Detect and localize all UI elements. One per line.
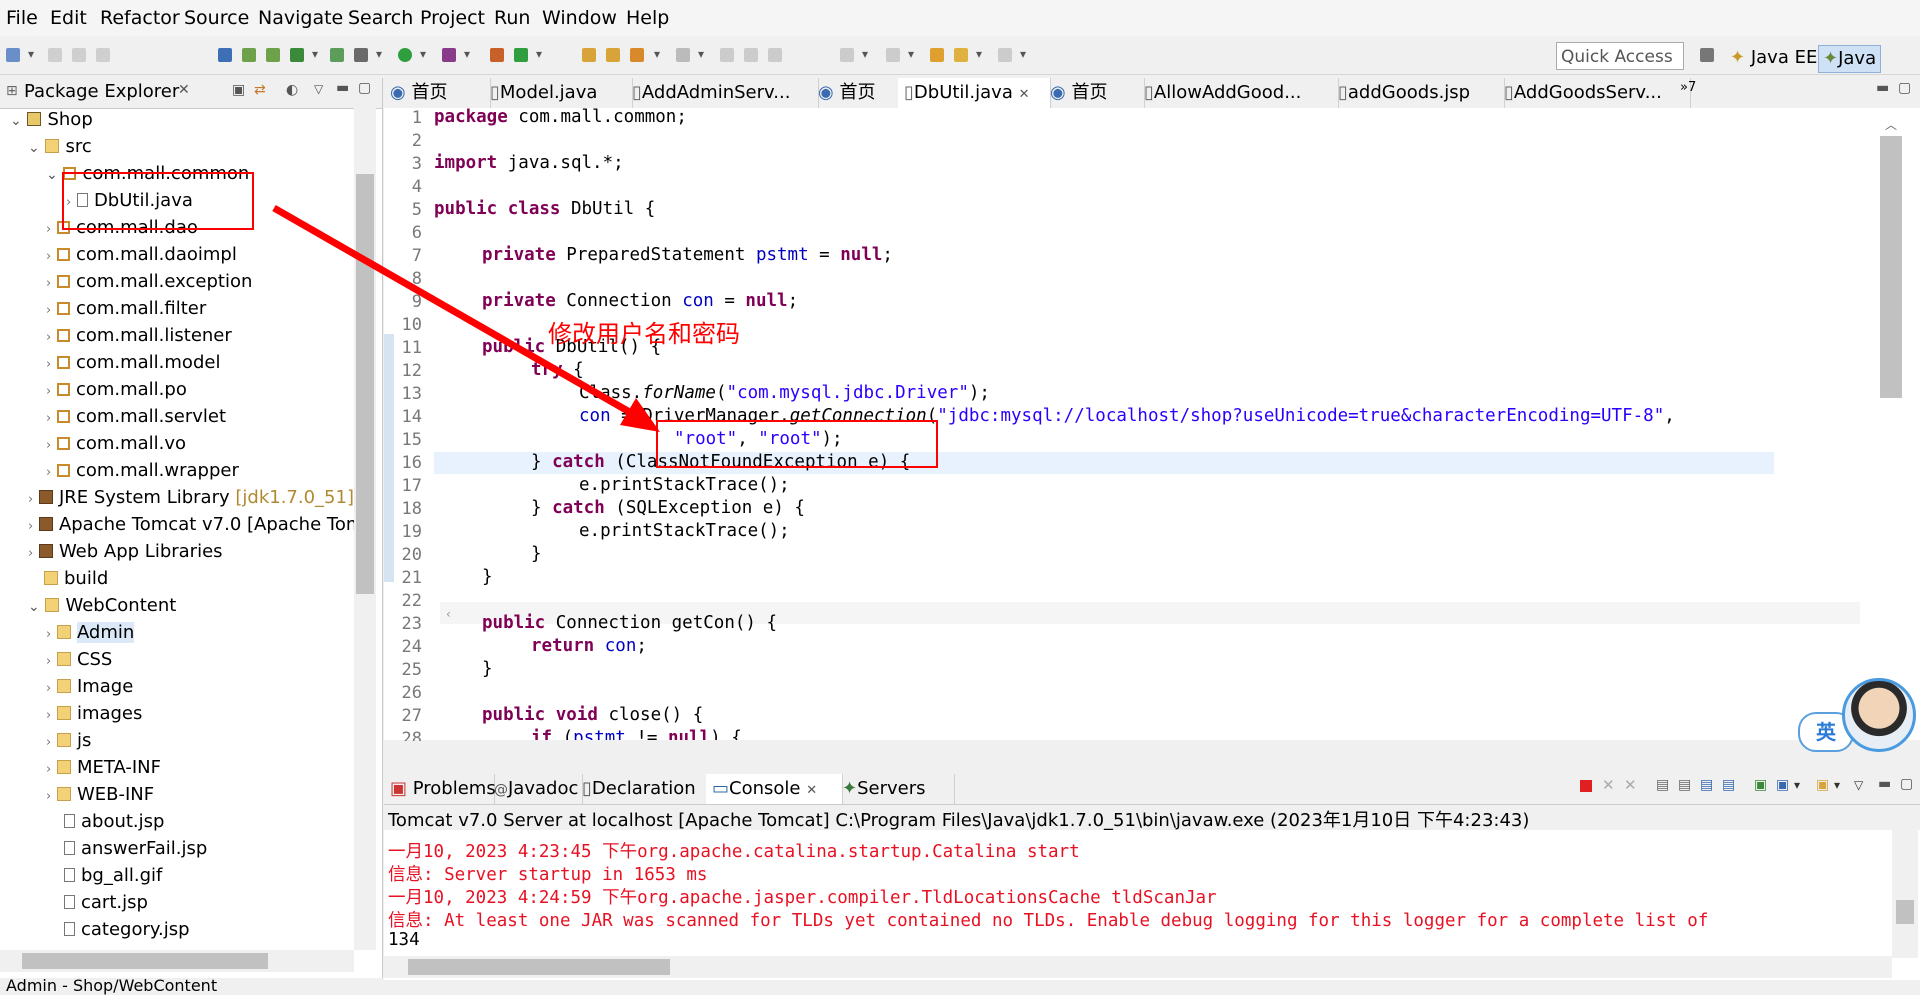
scroll-lock-icon[interactable]: ▤ <box>1678 777 1691 793</box>
chevron-down-icon[interactable]: ▾ <box>1834 778 1840 792</box>
avatar[interactable] <box>1842 678 1916 752</box>
tab-servers[interactable]: ✦Servers <box>836 774 955 804</box>
console-process-header: Tomcat v7.0 Server at localhost [Apache … <box>388 810 1530 831</box>
scrollbar-thumb[interactable] <box>408 959 670 975</box>
console-icon: ▭ <box>712 778 730 799</box>
view-menu-icon[interactable]: ▽ <box>1854 778 1863 792</box>
minimize-icon[interactable]: ▬ <box>1878 776 1891 792</box>
console-line: 134 <box>388 930 420 950</box>
remove-launch-icon[interactable]: ✕ <box>1602 776 1615 794</box>
maximize-icon[interactable]: ▢ <box>1900 776 1913 792</box>
tab-label: Problems <box>412 778 496 799</box>
tab-label: Declaration <box>591 778 696 799</box>
tab-javadoc[interactable]: @Javadoc <box>488 774 583 804</box>
console-line: 一月10, 2023 4:24:59 下午org.apache.jasper.c… <box>388 888 1217 908</box>
clear-console-icon[interactable]: ▤ <box>1656 777 1669 793</box>
chevron-down-icon[interactable]: ▾ <box>1794 778 1800 792</box>
close-icon[interactable]: ✕ <box>806 783 817 798</box>
tab-label: Servers <box>857 778 926 799</box>
problems-icon: ▣ <box>390 778 408 799</box>
scrollbar-thumb[interactable] <box>1896 900 1914 924</box>
declaration-icon: ▯ <box>582 778 592 799</box>
console-tab-bar: ▣ Problems @Javadoc ▯Declaration ▭Consol… <box>384 774 1920 805</box>
console-line: 信息: Server startup in 1653 ms <box>388 865 708 885</box>
status-text: Admin - Shop/WebContent <box>6 976 218 995</box>
servers-icon: ✦ <box>842 778 858 799</box>
javadoc-icon: @ <box>494 782 508 798</box>
remove-all-icon[interactable]: ✕ <box>1624 776 1637 794</box>
tab-problems[interactable]: ▣ Problems <box>384 774 496 804</box>
horizontal-scrollbar[interactable] <box>384 956 1892 978</box>
console-line: 信息: At least one JAR was scanned for TLD… <box>388 911 1709 931</box>
tab-label: Javadoc <box>508 778 579 799</box>
console-line: 一月10, 2023 4:23:45 下午org.apache.catalina… <box>388 842 1080 862</box>
tab-label: Console <box>729 778 801 799</box>
terminate-icon[interactable] <box>1580 780 1592 792</box>
open-console-icon[interactable]: ▣ <box>1816 777 1829 793</box>
display-console-icon[interactable]: ▣ <box>1776 777 1789 793</box>
word-wrap-icon[interactable]: ▤ <box>1700 777 1713 793</box>
status-bar: Admin - Shop/WebContent <box>0 976 1920 995</box>
tab-console[interactable]: ▭Console ✕ <box>706 774 843 804</box>
annotation-arrow-line <box>272 204 642 422</box>
annotation-arrow-head <box>620 398 660 432</box>
pin-console-icon[interactable]: ▣ <box>1754 777 1767 793</box>
vertical-scrollbar[interactable] <box>1892 830 1918 958</box>
annotation-label: 修改用户名和密码 <box>548 320 740 348</box>
show-stdout-icon[interactable]: ▤ <box>1722 777 1735 793</box>
tab-declaration[interactable]: ▯Declaration <box>576 774 713 804</box>
